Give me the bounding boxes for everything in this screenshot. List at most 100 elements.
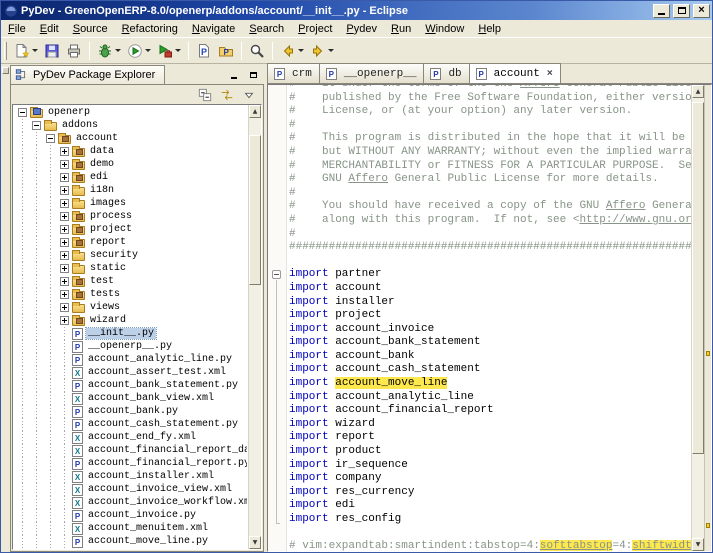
code-line[interactable]: # vim:expandtab:smartindent:tabstop=4:so… — [289, 540, 691, 551]
code-line[interactable]: # MERCHANTABILITY or FITNESS FOR A PARTI… — [289, 160, 691, 174]
run-button[interactable] — [124, 40, 154, 62]
code-line[interactable]: import account_analytic_line — [289, 391, 691, 405]
tree-item-process[interactable]: process — [13, 210, 247, 223]
editor-tab-__openerp__[interactable]: P__openerp__ — [319, 63, 425, 83]
maximize-view-button[interactable] — [245, 68, 261, 81]
code-line[interactable]: # along with this program. If not, see <… — [289, 214, 691, 228]
code-line[interactable]: import report — [289, 431, 691, 445]
menu-pydev[interactable]: Pydev — [339, 21, 384, 36]
tree-item-views[interactable]: views — [13, 301, 247, 314]
expand-toggle[interactable] — [58, 301, 71, 314]
menu-search[interactable]: Search — [242, 21, 291, 36]
back-button[interactable] — [277, 40, 307, 62]
maximize-button[interactable] — [673, 4, 690, 18]
collapse-all-button[interactable] — [196, 87, 214, 103]
tree-item-wizard[interactable]: wizard — [13, 314, 247, 327]
expand-toggle[interactable] — [58, 262, 71, 275]
scroll-thumb[interactable] — [249, 135, 261, 285]
code-line[interactable]: import account — [289, 282, 691, 296]
tree-item-addons[interactable]: addons — [13, 119, 247, 132]
tree-item-edi[interactable]: edi — [13, 171, 247, 184]
code-line[interactable]: import installer — [289, 296, 691, 310]
print-button[interactable] — [63, 40, 85, 62]
expand-toggle[interactable] — [58, 249, 71, 262]
expand-toggle[interactable] — [58, 275, 71, 288]
editor-scrollbar[interactable]: ▲ ▼ — [691, 85, 704, 551]
new-pydev-project-button[interactable]: P — [215, 40, 237, 62]
tree-item-account_assert_test.xml[interactable]: Xaccount_assert_test.xml — [13, 366, 247, 379]
tree-item-account_bank_statement.py[interactable]: Paccount_bank_statement.py — [13, 379, 247, 392]
run-external-dropdown-arrow-icon[interactable] — [175, 49, 181, 52]
code-line[interactable]: # but WITHOUT ANY WARRANTY; without even… — [289, 146, 691, 160]
scroll-up-button[interactable]: ▲ — [249, 105, 261, 118]
collapse-toggle[interactable] — [44, 132, 57, 145]
code-line[interactable]: # published by the Free Software Foundat… — [289, 92, 691, 106]
tree-item-account_analytic_line.py[interactable]: Paccount_analytic_line.py — [13, 353, 247, 366]
tree-item-project[interactable]: project — [13, 223, 247, 236]
save-button[interactable] — [41, 40, 63, 62]
collapse-toggle[interactable] — [30, 119, 43, 132]
editor-tab-account[interactable]: Paccount× — [469, 63, 561, 83]
tree-item-test[interactable]: test — [13, 275, 247, 288]
code-line[interactable]: import account_financial_report — [289, 404, 691, 418]
menu-project[interactable]: Project — [291, 21, 339, 36]
run-dropdown-arrow-icon[interactable] — [145, 49, 151, 52]
code-line[interactable]: # This program is distributed in the hop… — [289, 132, 691, 146]
scroll-down-button[interactable]: ▼ — [249, 536, 261, 549]
editor-scroll-thumb[interactable] — [692, 102, 704, 454]
expand-toggle[interactable] — [58, 236, 71, 249]
editor-tab-crm[interactable]: Pcrm — [267, 63, 320, 83]
expand-toggle[interactable] — [58, 314, 71, 327]
code-line[interactable]: # You should have received a copy of the… — [289, 200, 691, 214]
code-line[interactable]: import account_invoice — [289, 323, 691, 337]
code-line[interactable]: # it under the terms of the GNU Affero G… — [289, 84, 691, 92]
link-with-editor-button[interactable] — [218, 87, 236, 103]
code-line[interactable]: import account_bank_statement — [289, 336, 691, 350]
titlebar[interactable]: PyDev - GreenOpenERP-8.0/openerp/addons/… — [1, 1, 712, 20]
tree-item-openerp[interactable]: openerp — [13, 106, 247, 119]
scroll-track[interactable] — [249, 118, 261, 536]
search-button[interactable] — [246, 40, 268, 62]
fold-collapse-icon[interactable] — [272, 270, 281, 279]
code-line[interactable]: # — [289, 187, 691, 201]
expand-toggle[interactable] — [58, 158, 71, 171]
code-line[interactable]: # — [289, 119, 691, 133]
code-line[interactable]: # License, or (at your option) any later… — [289, 105, 691, 119]
menu-help[interactable]: Help — [471, 21, 508, 36]
expand-toggle[interactable] — [58, 184, 71, 197]
occurrence-marker[interactable] — [706, 351, 710, 356]
menu-refactoring[interactable]: Refactoring — [115, 21, 185, 36]
menu-file[interactable]: File — [1, 21, 33, 36]
editor-tab-db[interactable]: Pdb — [423, 63, 469, 83]
close-tab-icon[interactable]: × — [547, 69, 553, 79]
tree-item-i18n[interactable]: i18n — [13, 184, 247, 197]
tree-item-account_bank_view.xml[interactable]: Xaccount_bank_view.xml — [13, 392, 247, 405]
code-line[interactable]: import company — [289, 472, 691, 486]
tree-item-account_menuitem.xml[interactable]: Xaccount_menuitem.xml — [13, 522, 247, 535]
tree-item-__init__.py[interactable]: P__init__.py — [13, 327, 247, 340]
forward-dropdown-arrow-icon[interactable] — [328, 49, 334, 52]
tree-item-account_cash_statement.py[interactable]: Paccount_cash_statement.py — [13, 418, 247, 431]
code-line[interactable]: import account_cash_statement — [289, 363, 691, 377]
editor-scroll-track[interactable] — [692, 98, 704, 538]
tree-item-report[interactable]: report — [13, 236, 247, 249]
tree-item-account_invoice_workflow.xml[interactable]: Xaccount_invoice_workflow.xml — [13, 496, 247, 509]
menu-navigate[interactable]: Navigate — [185, 21, 242, 36]
tree-item-account_move_line.py[interactable]: Paccount_move_line.py — [13, 535, 247, 548]
back-dropdown-arrow-icon[interactable] — [298, 49, 304, 52]
tree-item-data[interactable]: data — [13, 145, 247, 158]
code-line[interactable]: # — [289, 228, 691, 242]
collapse-toggle[interactable] — [16, 106, 29, 119]
tab-pydev-package-explorer[interactable]: PyDev Package Explorer — [10, 65, 165, 84]
tree-item-account[interactable]: account — [13, 132, 247, 145]
occurrence-marker[interactable] — [706, 523, 710, 528]
fast-view-button[interactable] — [2, 67, 9, 74]
run-external-button[interactable] — [154, 40, 184, 62]
menu-source[interactable]: Source — [66, 21, 115, 36]
new-wizard-dropdown-arrow-icon[interactable] — [32, 49, 38, 52]
tree-item-security[interactable]: security — [13, 249, 247, 262]
expand-toggle[interactable] — [58, 288, 71, 301]
code-line[interactable]: import project — [289, 309, 691, 323]
editor-scroll-up-button[interactable]: ▲ — [692, 85, 704, 98]
new-wizard-button[interactable] — [11, 40, 41, 62]
